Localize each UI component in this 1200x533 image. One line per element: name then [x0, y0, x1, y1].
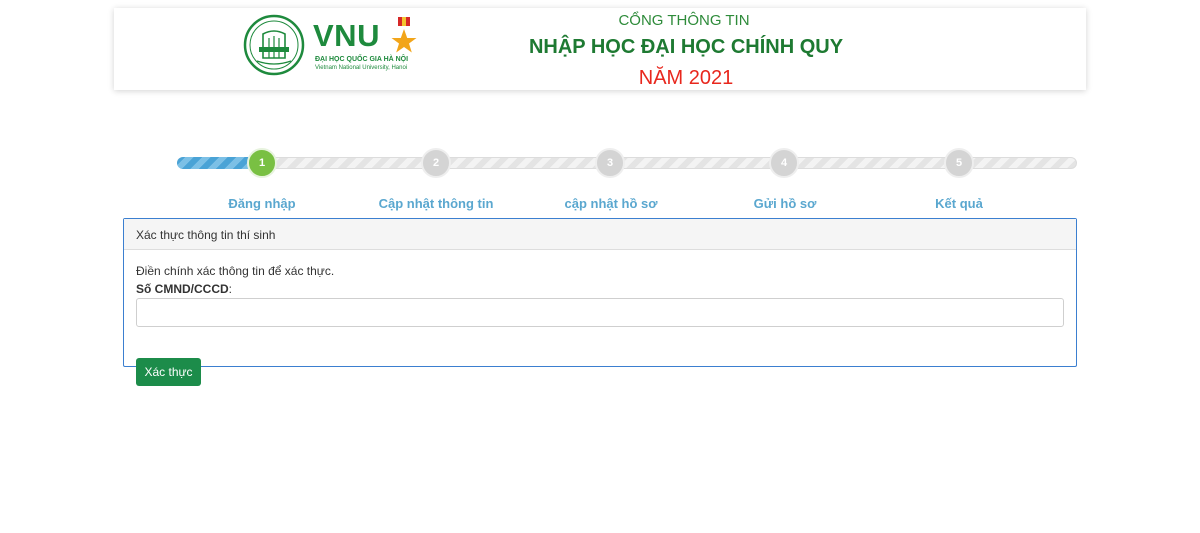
step-2-label[interactable]: Cập nhật thông tin [356, 196, 516, 211]
header-banner: VNU ĐẠI HỌC QUỐC GIA HÀ NỘI Vietnam Nati… [114, 8, 1086, 90]
step-2-circle[interactable]: 2 [421, 148, 451, 178]
step-1-label[interactable]: Đăng nhập [182, 196, 342, 211]
step-3-label[interactable]: cập nhật hồ sơ [531, 196, 691, 211]
year-title: NĂM 2021 [638, 67, 734, 89]
star-medal-icon [391, 17, 417, 53]
panel-body: Điền chính xác thông tin để xác thực. Số… [124, 250, 1076, 386]
progress-track [177, 157, 1077, 169]
page-title: NHẬP HỌC ĐẠI HỌC CHÍNH QUY [528, 36, 844, 58]
step-1-circle[interactable]: 1 [247, 148, 277, 178]
instruction-text: Điền chính xác thông tin để xác thực. [136, 264, 335, 278]
id-number-label: Số CMND/CCCD: [136, 282, 1064, 296]
id-number-label-text: Số CMND/CCCD [136, 282, 229, 296]
vnu-logo[interactable]: VNU ĐẠI HỌC QUỐC GIA HÀ NỘI Vietnam Nati… [243, 14, 443, 80]
step-5-circle[interactable]: 5 [944, 148, 974, 178]
logo-brand: VNU [313, 18, 380, 53]
step-4-label[interactable]: Gửi hồ sơ [705, 196, 865, 211]
vnu-seal-icon [243, 14, 305, 76]
step-4-circle[interactable]: 4 [769, 148, 799, 178]
id-number-input[interactable] [136, 298, 1064, 327]
step-3-circle[interactable]: 3 [595, 148, 625, 178]
portal-title: CỔNG THÔNG TIN [618, 12, 750, 29]
step-5-label[interactable]: Kết quả [879, 196, 1039, 211]
logo-line1: ĐẠI HỌC QUỐC GIA HÀ NỘI [315, 56, 409, 63]
id-number-label-suffix: : [228, 282, 233, 296]
panel-heading: Xác thực thông tin thí sinh [124, 219, 1076, 250]
logo-line2: Vietnam National University, Hanoi [315, 65, 408, 71]
verification-panel: Xác thực thông tin thí sinh Điền chính x… [123, 218, 1077, 386]
verify-button[interactable]: Xác thực [136, 358, 201, 386]
